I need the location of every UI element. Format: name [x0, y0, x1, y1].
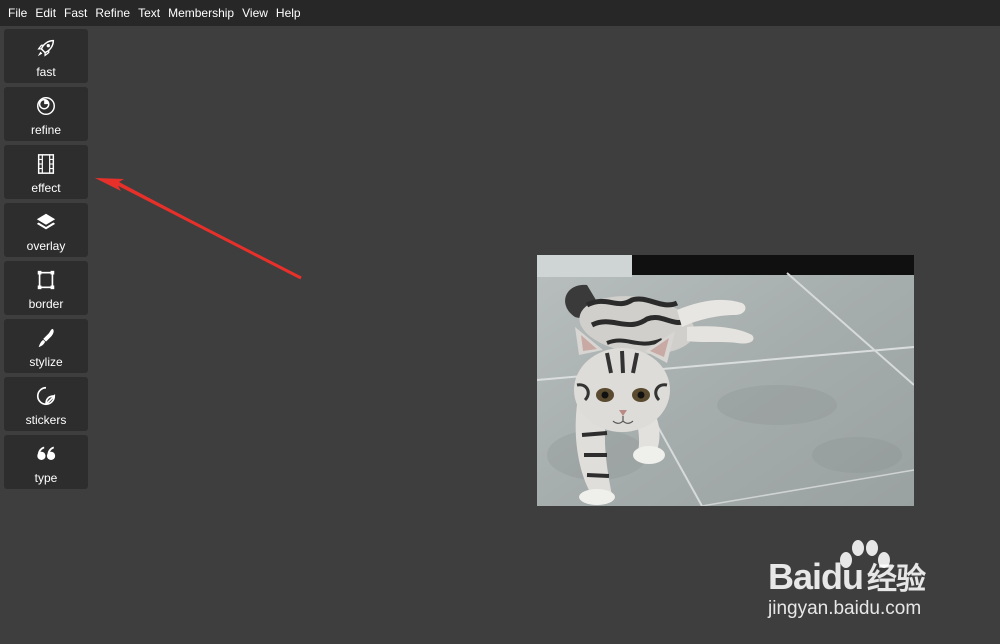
canvas-photo[interactable] — [536, 255, 915, 507]
baidu-watermark: Baidu 经验 jingyan.baidu.com — [768, 540, 968, 630]
menu-view[interactable]: View — [238, 0, 272, 26]
watermark-brand-du: du — [821, 556, 864, 597]
menu-membership[interactable]: Membership — [164, 0, 238, 26]
menu-text[interactable]: Text — [134, 0, 164, 26]
menu-help[interactable]: Help — [272, 0, 305, 26]
kitten-photo-image — [536, 255, 915, 507]
tool-sidebar: fast refine effect overlay border styliz… — [4, 29, 88, 493]
tool-type-label: type — [34, 471, 58, 485]
watermark-url: jingyan.baidu.com — [768, 598, 922, 619]
tool-fast-button[interactable]: fast — [4, 29, 88, 83]
sticker-icon — [34, 384, 58, 408]
menu-refine[interactable]: Refine — [91, 0, 134, 26]
menu-bar: File Edit Fast Refine Text Membership Vi… — [0, 0, 1000, 26]
tool-type-button[interactable]: type — [4, 435, 88, 489]
refine-icon — [34, 94, 58, 118]
tool-stylize-label: stylize — [29, 355, 63, 369]
watermark-brand-latin: Bai — [768, 556, 822, 597]
menu-file[interactable]: File — [4, 0, 31, 26]
tool-border-label: border — [28, 297, 64, 311]
tool-border-button[interactable]: border — [4, 261, 88, 315]
tool-effect-button[interactable]: effect — [4, 145, 88, 199]
photo-editor-app: File Edit Fast Refine Text Membership Vi… — [0, 0, 1000, 644]
tool-overlay-label: overlay — [26, 239, 66, 253]
border-icon — [34, 268, 58, 292]
quote-icon — [34, 442, 58, 466]
tool-overlay-button[interactable]: overlay — [4, 203, 88, 257]
tool-refine-button[interactable]: refine — [4, 87, 88, 141]
rocket-icon — [34, 36, 58, 60]
tool-stickers-label: stickers — [25, 413, 67, 427]
tool-stickers-button[interactable]: stickers — [4, 377, 88, 431]
tool-refine-label: refine — [30, 123, 62, 137]
watermark-brand-cn: 经验 — [867, 562, 926, 597]
brush-icon — [34, 326, 58, 350]
menu-edit[interactable]: Edit — [31, 0, 60, 26]
watermark-brand: Baidu 经验 — [768, 554, 926, 598]
tool-effect-label: effect — [31, 181, 61, 195]
tool-fast-label: fast — [36, 65, 56, 79]
tool-stylize-button[interactable]: stylize — [4, 319, 88, 373]
menu-fast[interactable]: Fast — [60, 0, 91, 26]
film-icon — [34, 152, 58, 176]
layers-icon — [34, 210, 58, 234]
